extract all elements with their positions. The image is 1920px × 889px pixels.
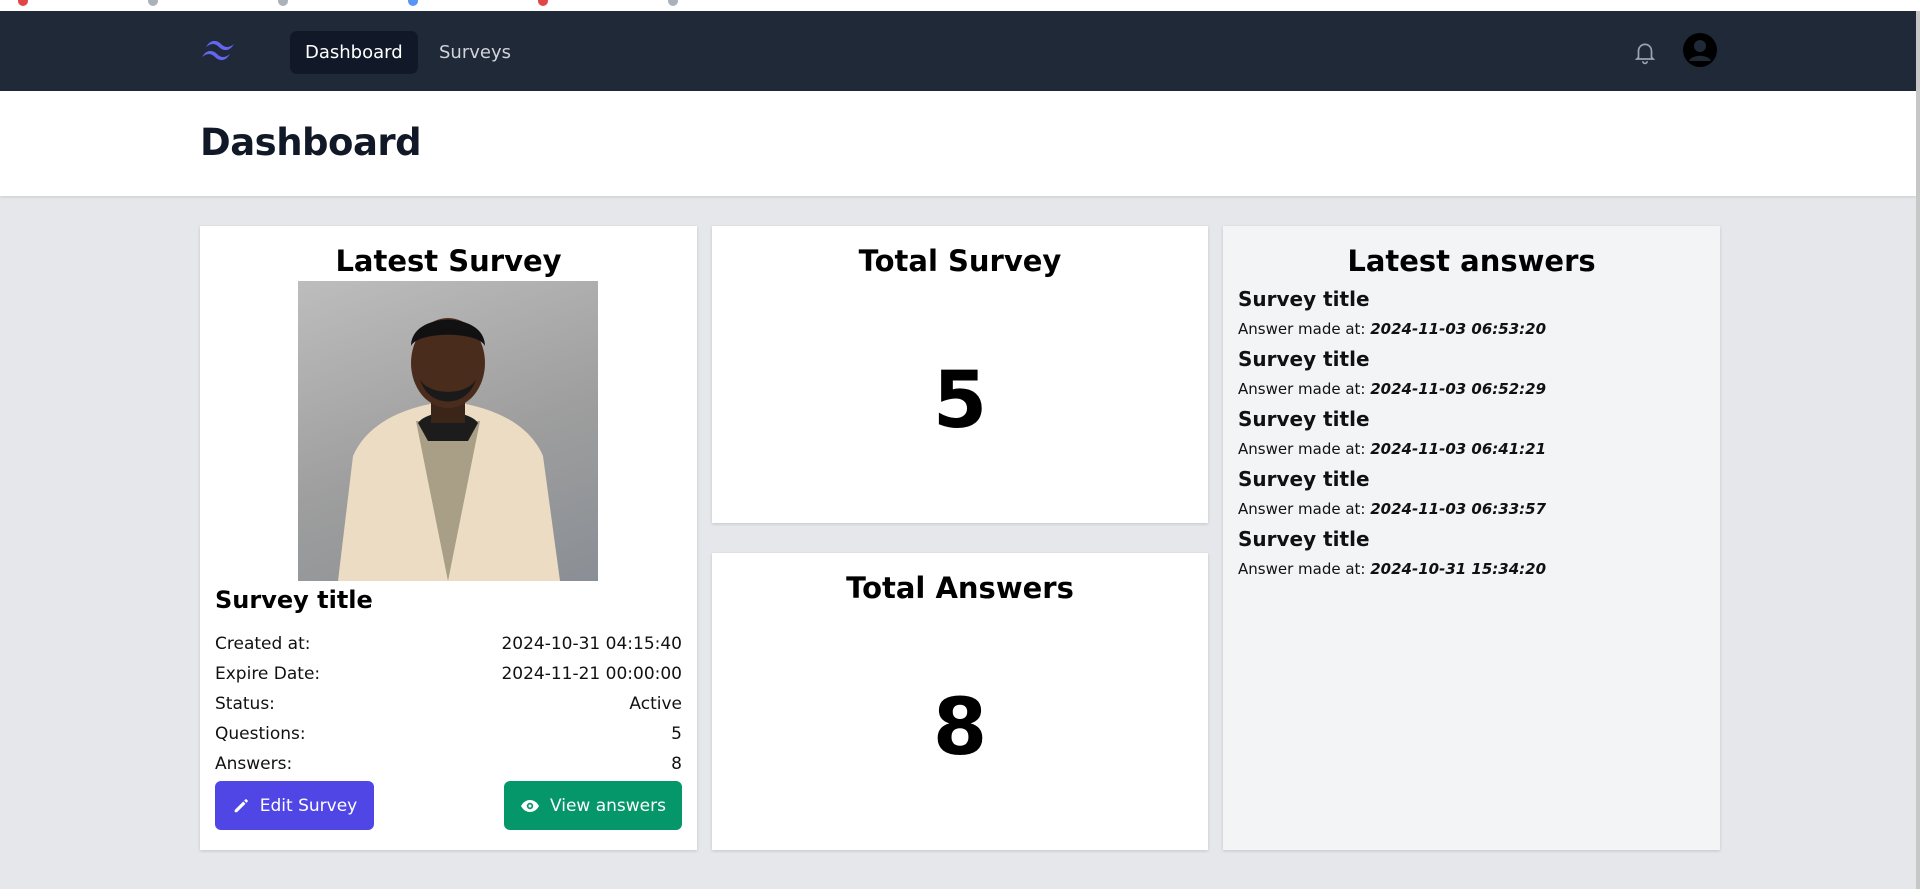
total-answers-count: 8 <box>932 683 988 773</box>
detail-label: Status: <box>215 694 275 714</box>
total-survey-card: Total Survey 5 <box>712 226 1208 523</box>
total-survey-count: 5 <box>932 356 988 446</box>
detail-value: 2024-11-21 00:00:00 <box>501 664 682 684</box>
bell-icon[interactable] <box>1632 38 1658 66</box>
answer-timestamp: Answer made at: 2024-11-03 06:53:20 <box>1238 320 1547 338</box>
survey-title: Survey title <box>215 586 373 614</box>
nav-surveys[interactable]: Surveys <box>424 31 526 74</box>
latest-survey-card: Latest Survey Survey title Created at: 2… <box>200 226 697 850</box>
survey-image <box>298 281 598 581</box>
detail-label: Created at: <box>215 634 311 654</box>
pencil-icon <box>234 798 248 812</box>
total-answers-heading: Total Answers <box>846 571 1074 605</box>
answer-timestamp: Answer made at: 2024-11-03 06:33:57 <box>1238 500 1547 518</box>
answer-timestamp: Answer made at: 2024-10-31 15:34:20 <box>1238 560 1547 578</box>
latest-answers-heading: Latest answers <box>1347 244 1596 278</box>
latest-answers-card: Latest answers Survey title Answer made … <box>1223 226 1720 850</box>
bookmark-favicons <box>18 0 678 6</box>
total-answers-card: Total Answers 8 <box>712 553 1208 850</box>
detail-label: Questions: <box>215 724 306 744</box>
latest-survey-heading: Latest Survey <box>335 244 562 278</box>
edit-survey-button[interactable]: Edit Survey <box>215 781 374 830</box>
detail-value: 8 <box>671 754 682 774</box>
nav-dashboard[interactable]: Dashboard <box>290 31 418 74</box>
view-answers-label: View answers <box>549 795 666 816</box>
browser-top-strip <box>0 0 1920 11</box>
list-item[interactable]: Survey title Answer made at: 2024-11-03 … <box>1238 344 1546 404</box>
answer-survey-title: Survey title <box>1238 527 1370 551</box>
detail-row-status: Status: Active <box>215 694 682 720</box>
scrollbar[interactable] <box>1916 11 1920 889</box>
view-answers-button[interactable]: View answers <box>504 781 682 830</box>
page-title: Dashboard <box>200 121 422 164</box>
answer-survey-title: Survey title <box>1238 467 1370 491</box>
tailwind-logo-icon[interactable] <box>200 35 240 67</box>
detail-row-questions: Questions: 5 <box>215 724 682 750</box>
answer-survey-title: Survey title <box>1238 287 1370 311</box>
user-circle-icon[interactable] <box>1683 33 1717 67</box>
answer-timestamp: Answer made at: 2024-11-03 06:41:21 <box>1238 440 1547 458</box>
detail-value: Active <box>629 694 682 714</box>
detail-label: Answers: <box>215 754 293 774</box>
list-item[interactable]: Survey title Answer made at: 2024-11-03 … <box>1238 464 1546 524</box>
detail-value: 2024-10-31 04:15:40 <box>501 634 682 654</box>
detail-row-answers: Answers: 8 <box>215 754 682 780</box>
answer-survey-title: Survey title <box>1238 407 1370 431</box>
detail-label: Expire Date: <box>215 664 321 684</box>
answer-timestamp: Answer made at: 2024-11-03 06:52:29 <box>1238 380 1547 398</box>
edit-survey-label: Edit Survey <box>259 795 358 816</box>
page-header: Dashboard <box>0 91 1916 196</box>
list-item[interactable]: Survey title Answer made at: 2024-11-03 … <box>1238 284 1546 344</box>
answer-survey-title: Survey title <box>1238 347 1370 371</box>
detail-row-expire: Expire Date: 2024-11-21 00:00:00 <box>215 664 682 690</box>
detail-row-created: Created at: 2024-10-31 04:15:40 <box>215 634 682 660</box>
list-item[interactable]: Survey title Answer made at: 2024-11-03 … <box>1238 404 1546 464</box>
navbar: Dashboard Surveys <box>0 11 1916 91</box>
list-item[interactable]: Survey title Answer made at: 2024-10-31 … <box>1238 524 1546 584</box>
total-survey-heading: Total Survey <box>858 244 1062 278</box>
eye-icon <box>520 799 539 812</box>
detail-value: 5 <box>671 724 682 744</box>
